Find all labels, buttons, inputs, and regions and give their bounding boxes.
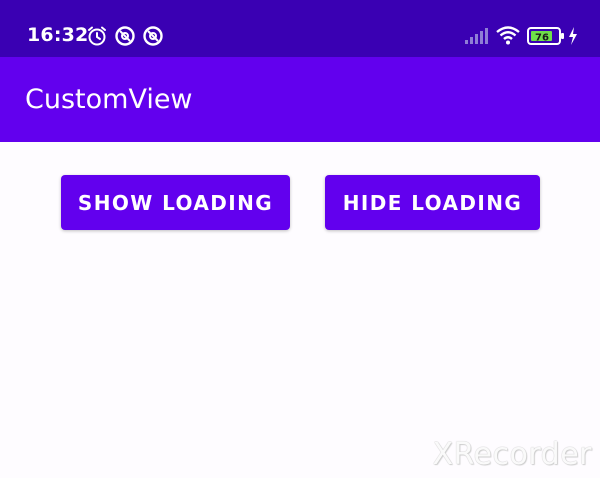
battery-icon: 76 <box>527 25 565 47</box>
recorder-watermark: XRecorder <box>432 437 592 472</box>
app-title: CustomView <box>25 84 193 115</box>
sync-icon <box>114 25 136 47</box>
show-loading-button[interactable]: SHOW LOADING <box>61 175 290 230</box>
battery-level: 76 <box>535 33 549 44</box>
status-time: 16:32 <box>27 24 89 46</box>
hide-loading-button[interactable]: HIDE LOADING <box>325 175 540 230</box>
status-bar: 16:32 76 <box>0 0 600 57</box>
app-bar: CustomView <box>0 57 600 142</box>
charging-icon <box>567 25 579 47</box>
alarm-icon <box>86 25 108 47</box>
wifi-icon <box>495 25 521 47</box>
sync-icon <box>142 25 164 47</box>
signal-icon <box>464 25 488 47</box>
